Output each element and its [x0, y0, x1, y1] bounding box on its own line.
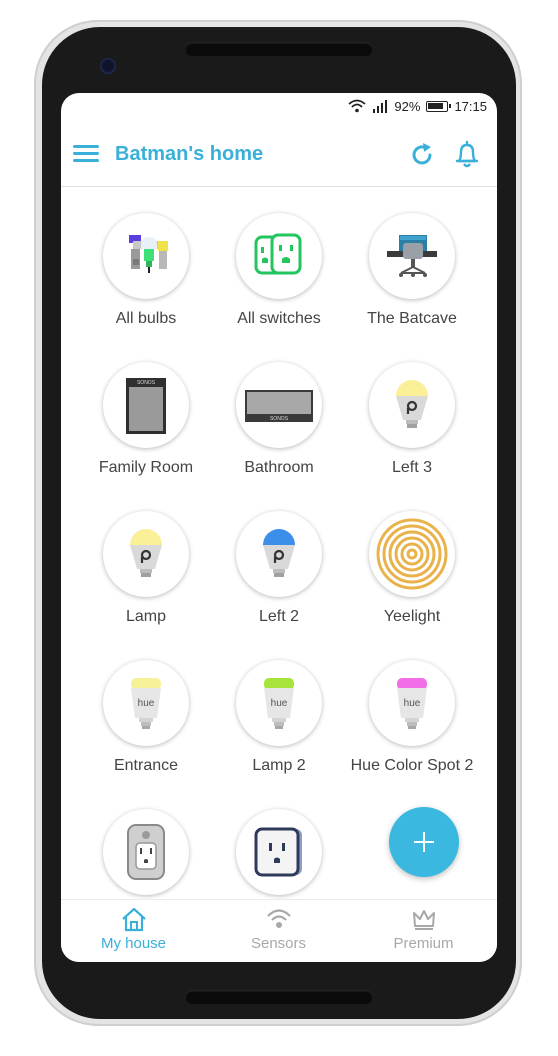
status-bar: 92% 17:15 — [61, 93, 497, 119]
device-label: Left 2 — [258, 608, 300, 625]
device-label: All switches — [237, 310, 321, 327]
device-label: Family Room — [98, 459, 194, 476]
app-header: Batman's home — [61, 129, 497, 187]
device-tile-family-room[interactable]: SONOS Family Room — [76, 362, 216, 492]
device-tile-all-switches[interactable]: All switches — [209, 213, 349, 343]
device-tile-lamp-2[interactable]: hue Lamp 2 — [209, 660, 349, 790]
plus-icon — [414, 832, 434, 852]
device-tile-entrance[interactable]: hue Entrance — [76, 660, 216, 790]
nav-my-house[interactable]: My house — [61, 906, 206, 962]
sensor-signal-icon — [266, 909, 291, 928]
bulbs-group-icon — [103, 213, 189, 299]
hue-bulb-icon: hue — [369, 660, 455, 746]
front-camera — [100, 58, 116, 74]
battery-icon — [426, 100, 452, 112]
sonos-soundbar-icon: SONOS — [236, 362, 322, 448]
device-tile-yeelight[interactable]: Yeelight — [342, 511, 482, 641]
bell-icon[interactable] — [453, 140, 481, 170]
crown-icon — [412, 910, 435, 930]
add-device-button[interactable] — [389, 807, 459, 877]
hue-brand-text: hue — [271, 698, 288, 709]
svg-text:SONOS: SONOS — [137, 380, 156, 386]
nav-label: Sensors — [250, 935, 307, 952]
hue-brand-text: hue — [404, 698, 421, 709]
light-strip-icon — [369, 511, 455, 597]
smart-plug-icon — [103, 809, 189, 895]
device-label: Entrance — [113, 757, 179, 774]
hue-bulb-icon: hue — [103, 660, 189, 746]
device-label: Hue Color Spot 2 — [350, 757, 474, 774]
nav-label: Premium — [393, 935, 454, 952]
bottom-speaker — [185, 990, 373, 1004]
earpiece-speaker — [185, 42, 373, 56]
device-label: Bathroom — [244, 459, 314, 476]
device-tile-the-batcave[interactable]: The Batcave — [342, 213, 482, 343]
device-label: The Batcave — [367, 310, 457, 327]
sonos-speaker-icon: SONOS — [103, 362, 189, 448]
house-icon — [121, 907, 146, 932]
tplink-bulb-icon — [103, 511, 189, 597]
device-label: Lamp — [125, 608, 167, 625]
device-label: Lamp 2 — [252, 757, 306, 774]
hue-brand-text: hue — [138, 698, 155, 709]
device-tile-lamp[interactable]: Lamp — [76, 511, 216, 641]
smart-outlet-icon — [236, 809, 322, 895]
device-label: All bulbs — [115, 310, 177, 327]
tplink-bulb-icon — [369, 362, 455, 448]
home-title[interactable]: Batman's home — [115, 143, 263, 166]
nav-premium[interactable]: Premium — [351, 906, 496, 962]
nav-label: My house — [100, 935, 167, 952]
app-screen: 92% 17:15 Batman's home All bulbs All sw… — [61, 93, 497, 962]
device-label: Left 3 — [391, 459, 433, 476]
device-label: Yeelight — [383, 608, 441, 625]
hamburger-menu-icon[interactable] — [73, 141, 101, 169]
battery-percent: 92% — [394, 98, 421, 114]
room-chair-icon — [369, 213, 455, 299]
refresh-icon[interactable] — [408, 141, 436, 169]
device-tile-left-3[interactable]: Left 3 — [342, 362, 482, 492]
clock: 17:15 — [454, 98, 487, 114]
wifi-icon — [348, 99, 367, 113]
switches-group-icon — [236, 213, 322, 299]
bottom-navigation: My house Sensors Premium — [61, 899, 497, 962]
hue-bulb-icon: hue — [236, 660, 322, 746]
device-tile-left-2[interactable]: Left 2 — [209, 511, 349, 641]
cell-signal-icon — [372, 99, 388, 113]
svg-text:SONOS: SONOS — [270, 416, 289, 422]
device-tile-bathroom[interactable]: SONOS Bathroom — [209, 362, 349, 492]
nav-sensors[interactable]: Sensors — [206, 906, 351, 962]
device-tile-hue-color-spot-2[interactable]: hue Hue Color Spot 2 — [342, 660, 482, 790]
tplink-bulb-icon — [236, 511, 322, 597]
device-tile-all-bulbs[interactable]: All bulbs — [76, 213, 216, 343]
